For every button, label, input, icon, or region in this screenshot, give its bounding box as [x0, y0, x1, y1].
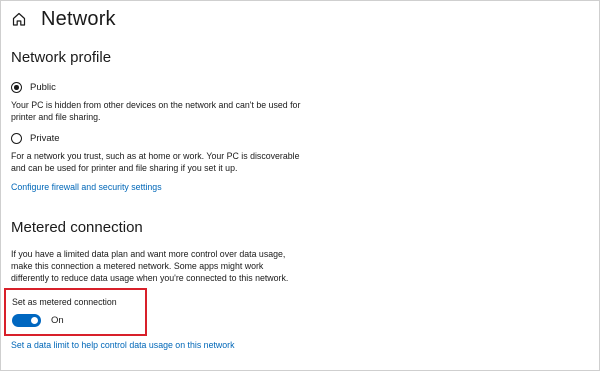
data-limit-link[interactable]: Set a data limit to help control data us…: [11, 340, 234, 350]
radio-private-indicator[interactable]: [11, 133, 22, 144]
toggle-knob: [31, 317, 38, 324]
radio-private[interactable]: Private: [11, 133, 60, 144]
metered-toggle-switch[interactable]: [12, 314, 41, 327]
radio-public-label: Public: [30, 82, 56, 93]
radio-private-label: Private: [30, 133, 60, 144]
metered-description: If you have a limited data plan and want…: [11, 249, 289, 283]
home-icon[interactable]: [11, 11, 27, 27]
public-description: Your PC is hidden from other devices on …: [11, 100, 301, 122]
metered-toggle-label: Set as metered connection: [12, 297, 117, 307]
radio-public-indicator[interactable]: [11, 82, 22, 93]
page-title: Network: [41, 7, 116, 30]
highlight-box: [4, 288, 147, 336]
radio-public[interactable]: Public: [11, 82, 56, 93]
page-header: Network: [11, 6, 116, 32]
metered-toggle-state: On: [51, 315, 64, 326]
private-description: For a network you trust, such as at home…: [11, 151, 300, 173]
configure-firewall-link[interactable]: Configure firewall and security settings: [11, 182, 162, 192]
metered-connection-heading: Metered connection: [11, 219, 143, 236]
network-profile-heading: Network profile: [11, 49, 112, 66]
metered-toggle-row: On: [12, 314, 64, 327]
